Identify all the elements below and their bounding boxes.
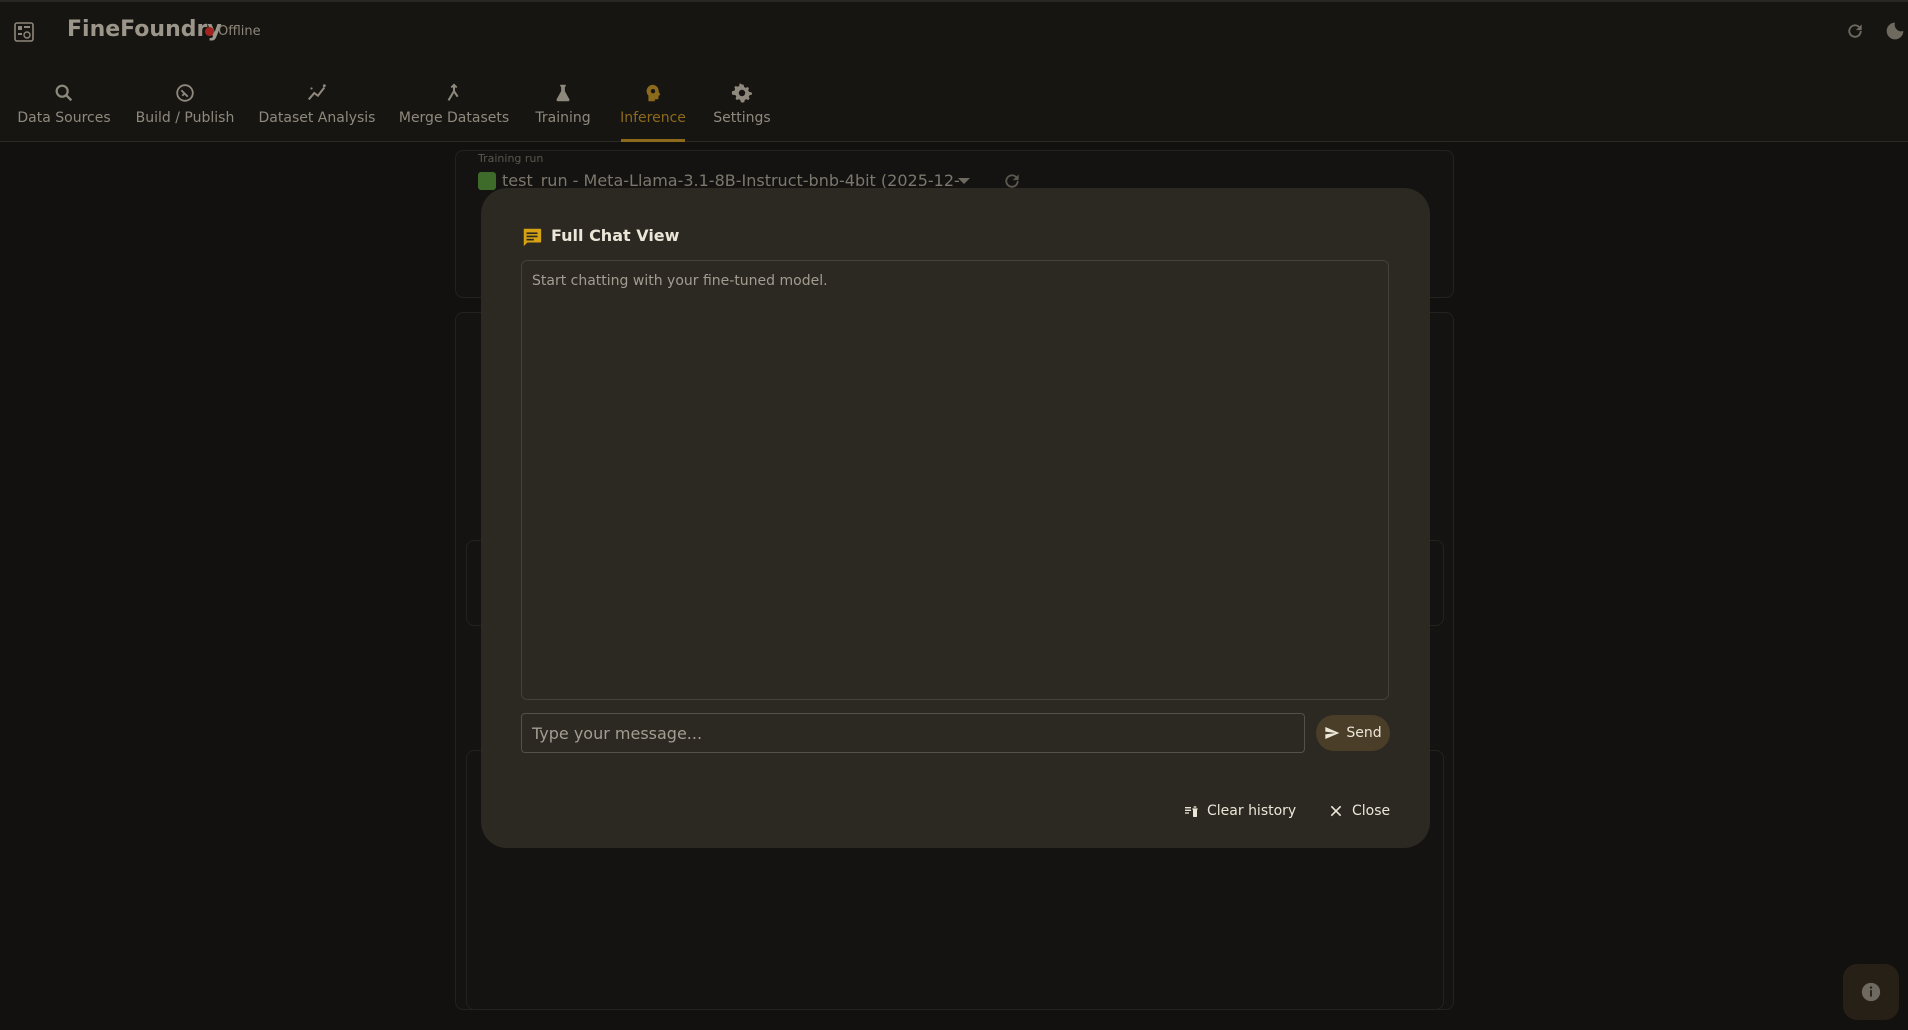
flask-icon — [556, 84, 570, 102]
gear-icon — [731, 83, 753, 103]
chat-history[interactable]: Start chatting with your fine-tuned mode… — [521, 260, 1389, 700]
message-input[interactable] — [521, 713, 1305, 753]
app-menu-icon[interactable] — [14, 22, 34, 42]
merge-icon — [447, 83, 459, 101]
tab-inference[interactable]: Inference — [620, 60, 686, 142]
clear-history-button[interactable]: Clear history — [1183, 795, 1296, 827]
app-bar: FineFoundry Offline — [0, 0, 1908, 60]
app-title: FineFoundry — [67, 17, 222, 42]
chevron-down-icon[interactable] — [958, 178, 970, 184]
send-button[interactable]: Send — [1316, 715, 1390, 751]
tab-settings[interactable]: Settings — [713, 60, 771, 142]
send-label: Send — [1346, 725, 1382, 741]
send-icon — [1325, 727, 1340, 739]
tab-merge-datasets[interactable]: Merge Datasets — [399, 60, 509, 142]
training-run-label: Training run — [478, 152, 544, 165]
clear-history-label: Clear history — [1207, 803, 1297, 819]
main-tabs: Data Sources Build / Publish Dataset Ana… — [0, 60, 1908, 142]
check-icon — [478, 172, 496, 190]
status-text: Offline — [218, 24, 261, 39]
info-icon — [1861, 982, 1881, 1002]
tab-build-publish[interactable]: Build / Publish — [136, 60, 234, 142]
status-dot — [205, 27, 214, 36]
tab-data-sources[interactable]: Data Sources — [17, 60, 111, 142]
search-icon — [55, 84, 73, 102]
refresh-icon[interactable] — [1845, 21, 1865, 41]
dialog-title: Full Chat View — [551, 226, 680, 245]
clear-all-icon — [1185, 806, 1198, 817]
chat-empty-text: Start chatting with your fine-tuned mode… — [532, 273, 828, 289]
chat-icon — [523, 228, 542, 247]
close-label: Close — [1352, 803, 1391, 819]
analytics-icon — [307, 84, 326, 101]
info-button[interactable] — [1843, 964, 1899, 1020]
close-icon — [1330, 805, 1342, 817]
tab-training[interactable]: Training — [535, 60, 591, 142]
close-button[interactable]: Close — [1328, 795, 1390, 827]
full-chat-dialog: Full Chat View Start chatting with your … — [481, 188, 1430, 848]
dark-mode-icon[interactable] — [1885, 21, 1905, 41]
publish-icon — [176, 84, 194, 102]
tab-dataset-analysis[interactable]: Dataset Analysis — [259, 60, 375, 142]
psychology-icon — [646, 84, 661, 102]
